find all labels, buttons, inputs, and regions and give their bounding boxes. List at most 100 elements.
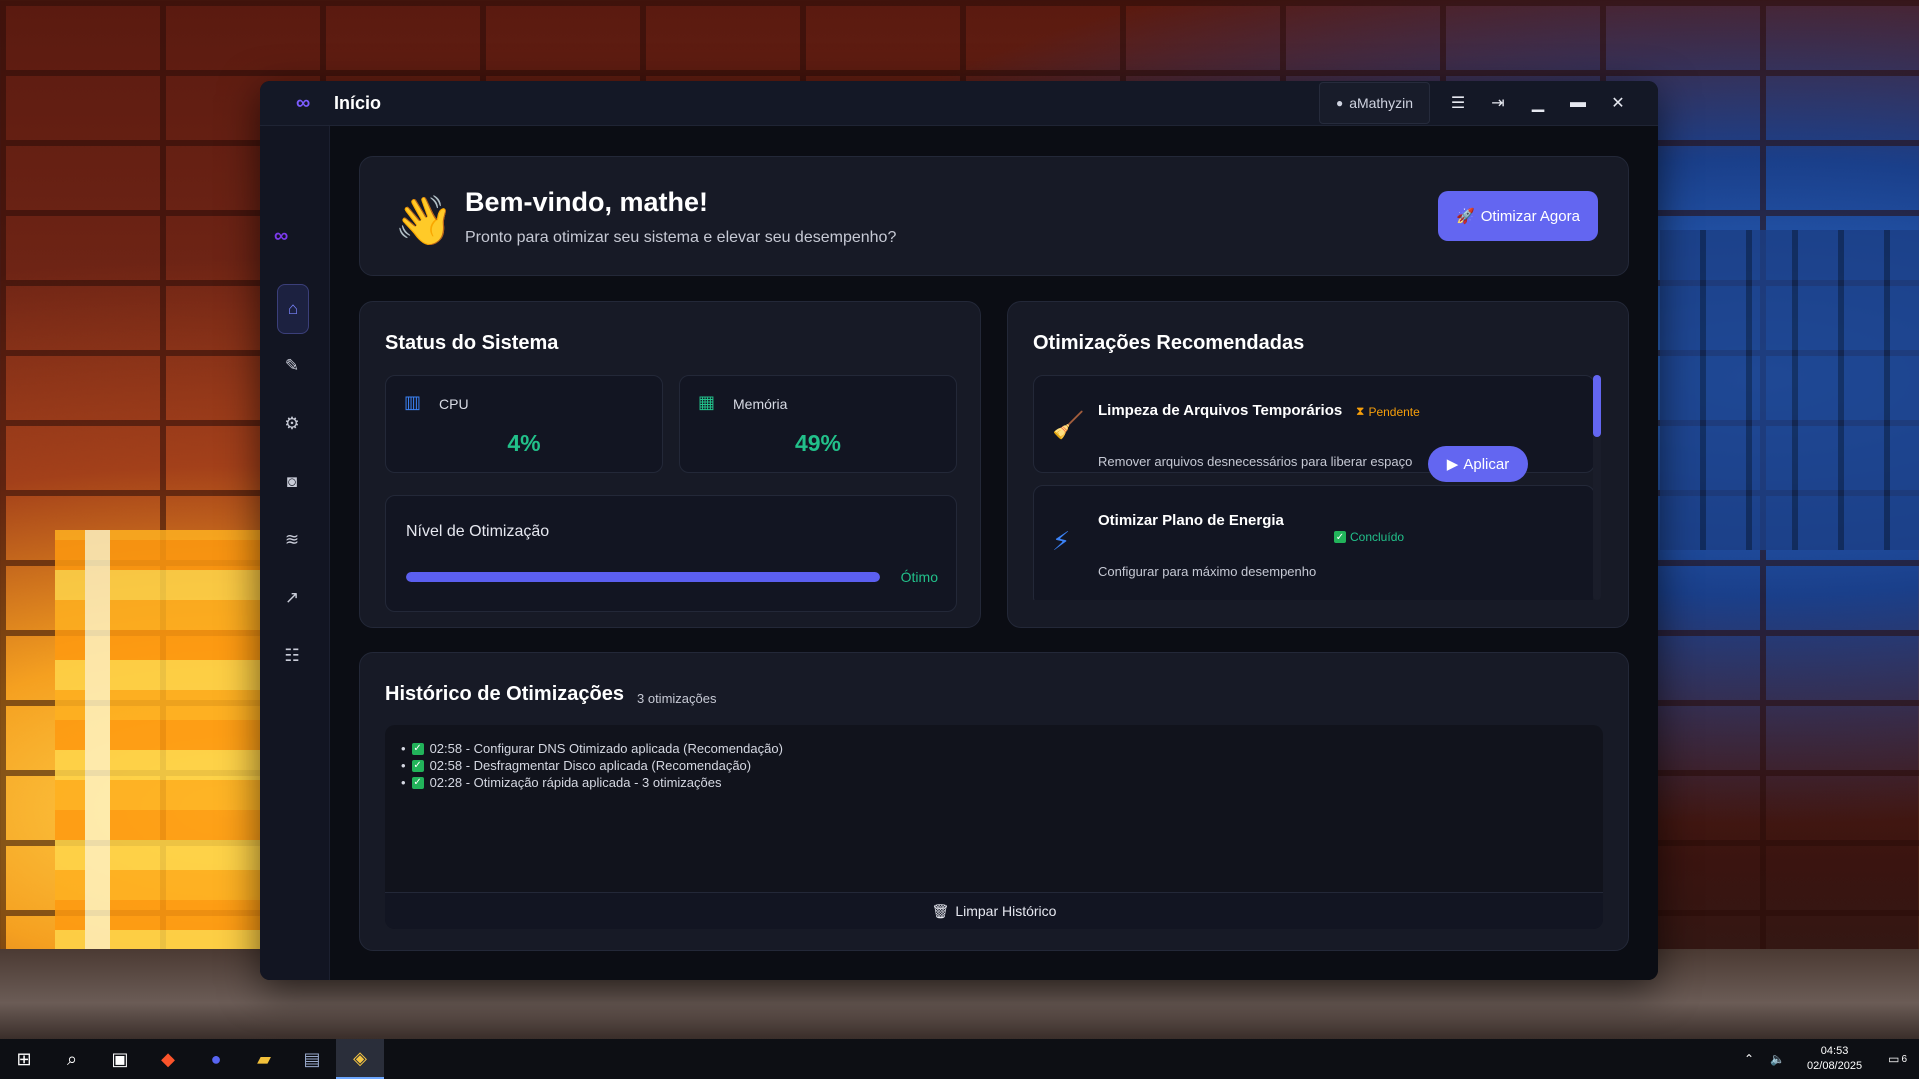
menu-button[interactable]: ☰ — [1438, 83, 1478, 123]
task-view-icon: ▣ — [111, 1048, 129, 1069]
search-button[interactable]: ⌕ — [48, 1039, 96, 1079]
rocket-icon: 🚀 — [1456, 208, 1475, 225]
history-entry-text: 02:28 - Otimização rápida aplicada - 3 o… — [429, 775, 722, 790]
recommendation-item: 🧹 Limpeza de Arquivos Temporários ⧗ Pend… — [1033, 375, 1593, 482]
optimization-progress-bar — [406, 572, 880, 582]
recommendations-title: Otimizações Recomendadas — [1033, 332, 1305, 354]
scrollbar-thumb[interactable] — [1593, 375, 1601, 437]
sidebar-item-stats[interactable]: ↗ — [277, 576, 307, 620]
clear-history-button[interactable]: 🗑 Limpar Histórico — [385, 892, 1603, 929]
windows-taskbar: ⊞ ⌕ ▣ ◆ ● ▰ ▤ ◈ ⌃ 🔈 04:53 02/08/2025 ▭ 6 — [0, 1039, 1919, 1079]
task-view-button[interactable]: ▣ — [96, 1039, 144, 1079]
logout-icon: ⇥ — [1491, 95, 1505, 112]
history-card: Histórico de Otimizações 3 otimizações •… — [359, 652, 1629, 951]
sidebar-item-settings[interactable]: ⚙ — [277, 402, 307, 446]
clock[interactable]: 04:53 02/08/2025 — [1807, 1044, 1862, 1074]
apply-button[interactable]: ▶ Aplicar — [1428, 446, 1528, 482]
clear-history-label: Limpar Histórico — [955, 903, 1057, 919]
memory-icon: ▦ — [698, 392, 716, 412]
volume-icon[interactable]: 🔈 — [1770, 1052, 1785, 1066]
status-badge: ⧗ Pendente — [1356, 404, 1420, 419]
main-content: 👋 Bem-vindo, mathe! Pronto para otimizar… — [330, 126, 1658, 980]
optimization-level: Nível de Otimização Ótimo — [385, 495, 957, 612]
check-icon: ✓ — [411, 742, 424, 755]
start-button[interactable]: ⊞ — [0, 1039, 48, 1079]
wallpaper-fire — [55, 530, 265, 990]
cpu-metric: ▥ CPU 4% — [385, 375, 663, 473]
taskbar-discord[interactable]: ● — [192, 1039, 240, 1079]
system-status-card: Status do Sistema ▥ CPU 4% ▦ Memória 49%… — [359, 301, 981, 628]
close-icon: ✕ — [1611, 95, 1625, 112]
cpu-chip-icon: ▥ — [404, 392, 422, 412]
taskbar-brave[interactable]: ◆ — [144, 1039, 192, 1079]
optimize-now-label: Otimizar Agora — [1480, 207, 1580, 225]
sidebar-item-optimize[interactable]: ✎ — [277, 344, 307, 388]
taskbar-app[interactable]: ▤ — [288, 1039, 336, 1079]
maximize-button[interactable]: ▬ — [1558, 83, 1598, 123]
app-icon: ▤ — [303, 1048, 321, 1069]
history-entry: • ✓ 02:28 - Otimização rápida aplicada - … — [401, 775, 722, 790]
waving-hand-icon: 👋 — [394, 195, 454, 248]
check-icon: ✓ — [411, 759, 424, 772]
history-entry-text: 02:58 - Configurar DNS Otimizado aplicad… — [429, 741, 783, 756]
check-icon: ✓ — [1334, 531, 1346, 543]
status-title: Status do Sistema — [385, 332, 559, 354]
history-entry-text: 02:58 - Desfragmentar Disco aplicada (Re… — [429, 758, 752, 773]
lightning-icon: ⚡ — [1052, 526, 1071, 556]
cpu-label: CPU — [439, 396, 469, 412]
history-title: Histórico de Otimizações — [385, 683, 624, 705]
memory-value: 49% — [794, 430, 842, 456]
trash-icon: 🗑 — [931, 902, 950, 919]
history-log: • ✓ 02:58 - Configurar DNS Otimizado apli… — [385, 725, 1603, 929]
recommendation-title: Otimizar Plano de Energia — [1098, 512, 1284, 529]
close-button[interactable]: ✕ — [1598, 83, 1638, 123]
title-bar[interactable]: ∞ Início ● aMathyzin ☰ ⇥ ▁ ▬ ✕ — [260, 81, 1658, 126]
sliders-icon: ☷ — [284, 646, 300, 665]
notification-button[interactable]: ▭ 6 — [1888, 1052, 1907, 1066]
home-icon: ⌂ — [287, 299, 299, 318]
recommendations-scrollbar[interactable] — [1593, 375, 1601, 600]
system-tray: ⌃ 🔈 04:53 02/08/2025 ▭ 6 — [1736, 1039, 1919, 1079]
window-title: Início — [334, 92, 382, 113]
memory-label: Memória — [733, 396, 788, 412]
username: aMathyzin — [1349, 95, 1413, 111]
logout-button[interactable]: ⇥ — [1478, 83, 1518, 123]
taskbar-python[interactable]: ◈ — [336, 1039, 384, 1079]
history-count: 3 otimizações — [637, 691, 717, 706]
recommendation-desc: Configurar para máximo desempenho — [1098, 564, 1317, 579]
status-badge: ✓ Concluído — [1334, 530, 1404, 544]
wifi-icon: ≋ — [284, 530, 300, 549]
play-icon: ▶ — [1446, 456, 1459, 473]
optimize-now-button[interactable]: 🚀 Otimizar Agora — [1438, 191, 1598, 241]
apply-label: Aplicar — [1463, 455, 1510, 473]
discord-icon: ● — [210, 1048, 222, 1069]
user-button[interactable]: ● aMathyzin — [1318, 82, 1430, 124]
maximize-icon: ▬ — [1570, 94, 1586, 111]
taskbar-explorer[interactable]: ▰ — [240, 1039, 288, 1079]
notification-icon: ▭ — [1888, 1052, 1900, 1066]
recommendation-title: Limpeza de Arquivos Temporários — [1098, 402, 1343, 419]
sidebar-item-gaming[interactable]: ◙ — [277, 460, 307, 504]
broom-icon: 🧹 — [1052, 410, 1085, 440]
app-window: ∞ Início ● aMathyzin ☰ ⇥ ▁ ▬ ✕ ∞ ⌂ ✎ ⚙ ◙… — [260, 81, 1658, 980]
minimize-icon: ▁ — [1531, 95, 1545, 112]
chevron-up-icon[interactable]: ⌃ — [1744, 1052, 1754, 1066]
clock-time: 04:53 — [1820, 1045, 1849, 1057]
minimize-button[interactable]: ▁ — [1518, 83, 1558, 123]
welcome-title: Bem-vindo, mathe! — [465, 187, 709, 217]
gears-icon: ⚙ — [284, 414, 300, 433]
welcome-card: 👋 Bem-vindo, mathe! Pronto para otimizar… — [359, 156, 1629, 276]
status-badge-label: Concluído — [1350, 530, 1405, 544]
cpu-value: 4% — [507, 430, 541, 456]
sidebar-item-tweaks[interactable]: ☷ — [277, 634, 307, 678]
recommendation-desc: Remover arquivos desnecessários para lib… — [1098, 454, 1413, 469]
hamburger-icon: ☰ — [1450, 95, 1466, 112]
sidebar: ∞ ⌂ ✎ ⚙ ◙ ≋ ↗ ☷ — [260, 126, 330, 980]
sidebar-item-home[interactable]: ⌂ — [277, 284, 309, 334]
user-icon: ● — [1335, 96, 1344, 110]
recommendations-list[interactable]: 🧹 Limpeza de Arquivos Temporários ⧗ Pend… — [1033, 375, 1593, 600]
notification-count: 6 — [1901, 1053, 1907, 1065]
sidebar-item-network[interactable]: ≋ — [277, 518, 307, 562]
magic-wand-icon: ✎ — [284, 356, 300, 375]
optimization-level-label: Nível de Otimização — [406, 523, 550, 540]
